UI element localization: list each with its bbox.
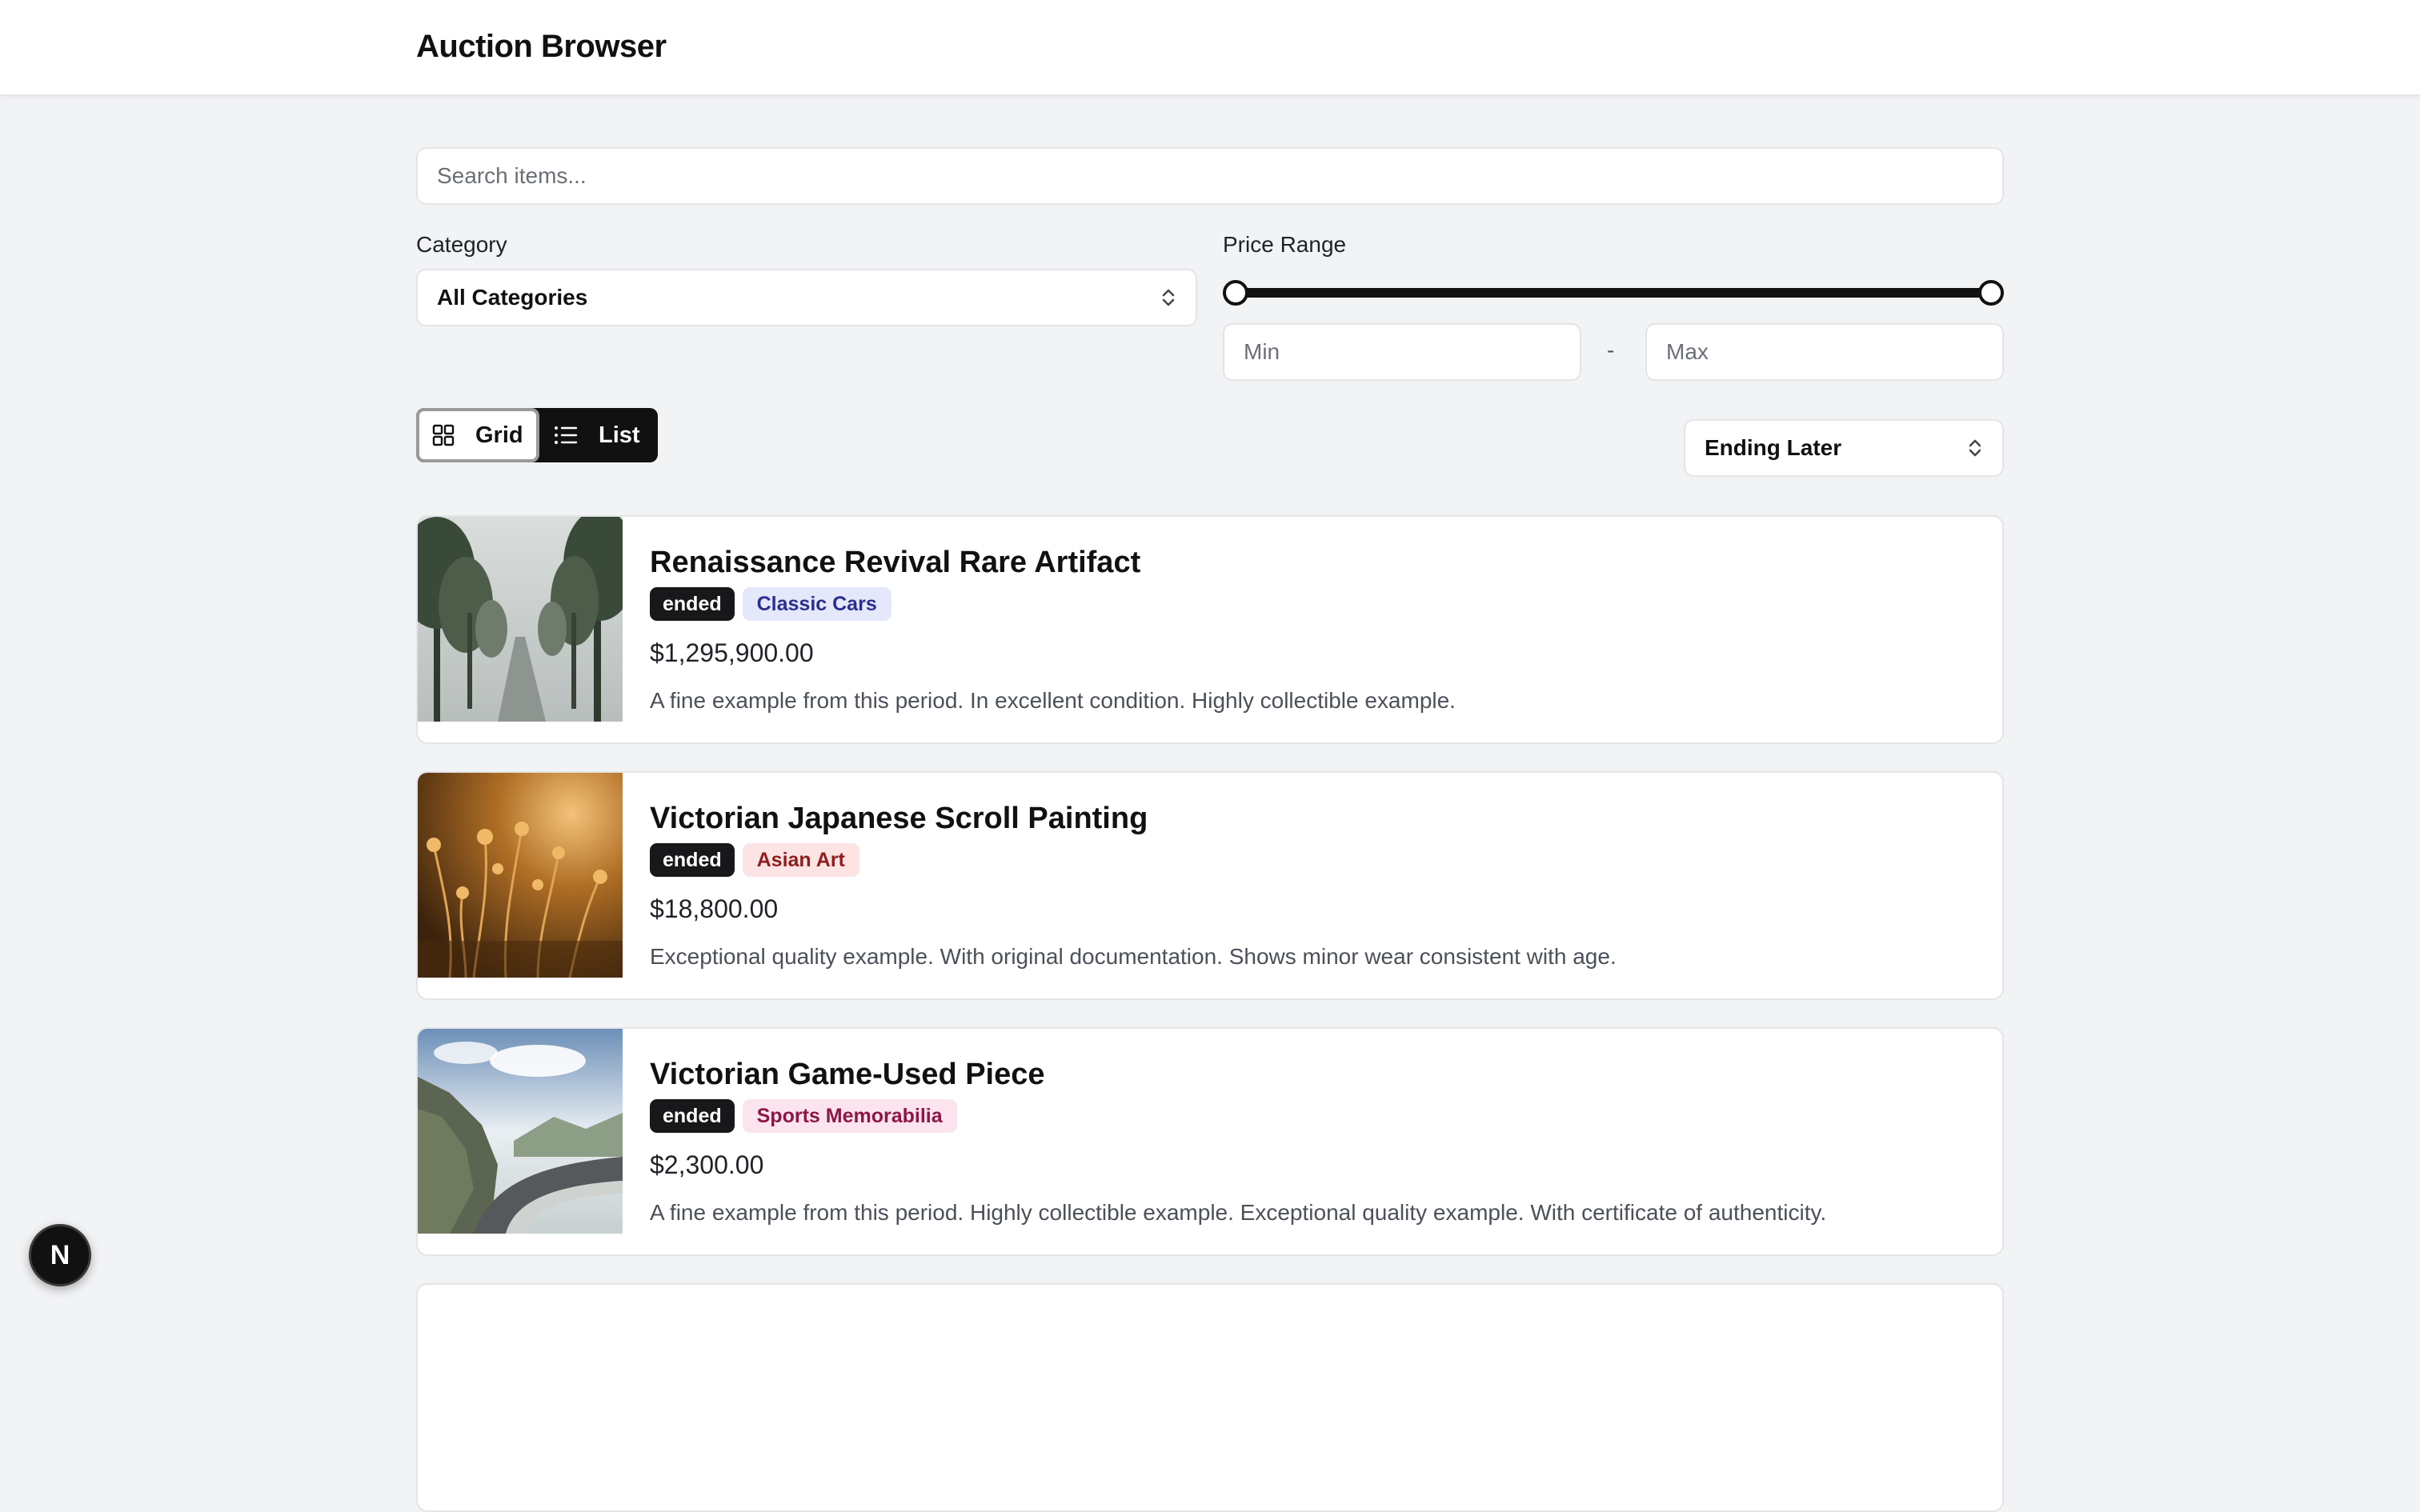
grid-view-button[interactable]: Grid xyxy=(416,408,539,462)
list-item[interactable]: Victorian Japanese Scroll Painting ended… xyxy=(416,771,2004,1000)
grid-view-label: Grid xyxy=(475,422,523,448)
item-title[interactable]: Victorian Japanese Scroll Painting xyxy=(650,802,1148,836)
item-image-misty-tree-road xyxy=(418,517,623,722)
item-badges: ended Asian Art xyxy=(650,843,859,877)
category-badge: Sports Memorabilia xyxy=(742,1099,957,1133)
page-title: Auction Browser xyxy=(416,29,667,64)
item-price: $1,295,900.00 xyxy=(650,638,814,667)
category-badge: Asian Art xyxy=(742,843,859,877)
category-label: Category xyxy=(416,232,507,257)
item-price: $18,800.00 xyxy=(650,894,779,923)
item-image-golden-grass xyxy=(418,773,623,978)
category-select-value: All Categories xyxy=(437,285,588,310)
dev-tools-button[interactable]: N xyxy=(29,1224,91,1286)
item-title[interactable]: Victorian Game-Used Piece xyxy=(650,1058,1045,1092)
item-price: $2,300.00 xyxy=(650,1150,764,1179)
list-item[interactable]: Victorian Game-Used Piece ended Sports M… xyxy=(416,1027,2004,1256)
search-input[interactable] xyxy=(416,147,2004,205)
sort-select[interactable]: Ending Later xyxy=(1684,419,2004,477)
view-toggle: Grid List xyxy=(416,408,658,462)
price-range-track[interactable] xyxy=(1236,288,1992,298)
category-badge: Classic Cars xyxy=(742,587,891,621)
category-select[interactable]: All Categories xyxy=(416,269,1197,326)
list-view-label: List xyxy=(599,422,640,448)
item-image-mountain-road xyxy=(418,1029,623,1234)
item-description: A fine example from this period. In exce… xyxy=(650,688,1456,713)
status-badge: ended xyxy=(650,587,735,621)
chevron-up-down-icon xyxy=(1162,289,1175,306)
price-max-input[interactable] xyxy=(1645,323,2004,381)
list-icon xyxy=(555,426,578,444)
price-range-separator: - xyxy=(1607,338,1615,362)
price-min-handle[interactable] xyxy=(1223,280,1248,306)
item-description: Exceptional quality example. With origin… xyxy=(650,944,1617,969)
app-header: Auction Browser xyxy=(0,0,2420,96)
price-max-handle[interactable] xyxy=(1978,280,2004,306)
status-badge: ended xyxy=(650,843,735,877)
list-item[interactable]: Renaissance Revival Rare Artifact ended … xyxy=(416,515,2004,744)
price-range-label: Price Range xyxy=(1223,232,1347,257)
item-title[interactable]: Renaissance Revival Rare Artifact xyxy=(650,546,1140,580)
list-view-button[interactable]: List xyxy=(541,408,658,462)
grid-icon xyxy=(432,424,455,446)
sort-select-value: Ending Later xyxy=(1705,435,1842,460)
price-min-input[interactable] xyxy=(1223,323,1581,381)
status-badge: ended xyxy=(650,1099,735,1133)
item-description: A fine example from this period. Highly … xyxy=(650,1200,1827,1225)
item-badges: ended Classic Cars xyxy=(650,587,891,621)
item-badges: ended Sports Memorabilia xyxy=(650,1099,957,1133)
list-item[interactable] xyxy=(416,1283,2004,1512)
chevron-up-down-icon xyxy=(1969,439,1981,457)
